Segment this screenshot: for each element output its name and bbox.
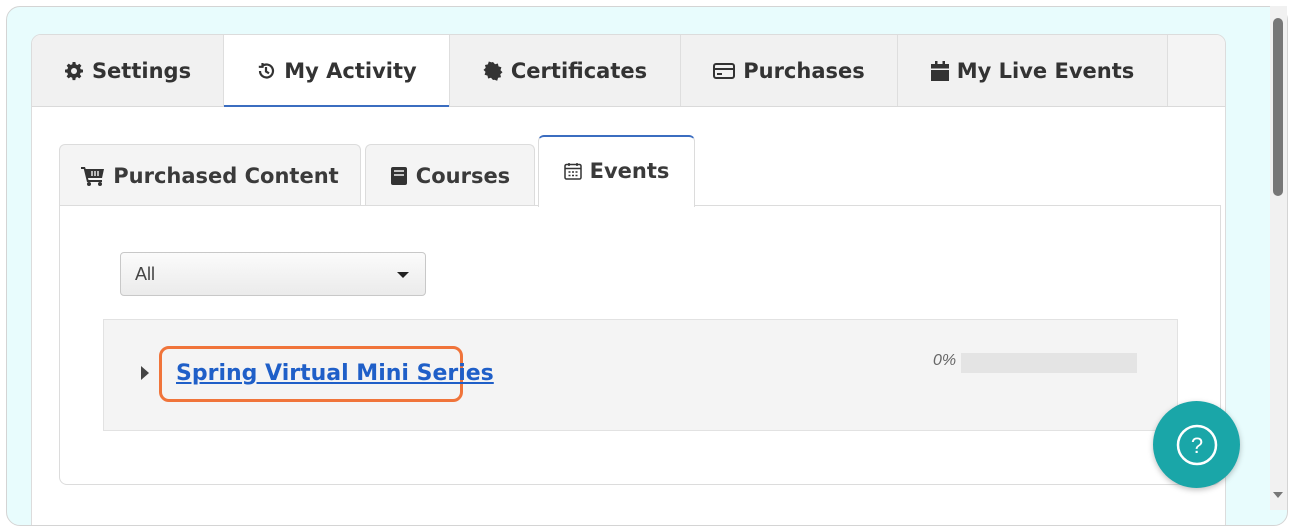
book-icon — [390, 166, 408, 186]
calendar-outline-icon — [563, 162, 582, 180]
subtab-events-label: Events — [589, 159, 670, 183]
tab-settings[interactable]: Settings — [32, 35, 224, 106]
subtab-purchased-content-label: Purchased Content — [113, 163, 339, 188]
account-panel: Settings My Activity Certificates Purcha… — [31, 34, 1226, 525]
expand-triangle-icon[interactable] — [141, 366, 149, 380]
tab-purchases[interactable]: Purchases — [681, 35, 898, 106]
tab-settings-label: Settings — [91, 58, 192, 83]
subtab-purchased-content[interactable]: Purchased Content — [59, 144, 361, 206]
tab-purchases-label: Purchases — [743, 58, 865, 83]
tab-my-live-events-label: My Live Events — [956, 58, 1135, 83]
svg-text:?: ? — [1190, 433, 1202, 458]
subtab-courses-label: Courses — [415, 163, 511, 188]
top-tab-bar: Settings My Activity Certificates Purcha… — [32, 35, 1225, 107]
tab-certificates-label: Certificates — [510, 58, 648, 83]
events-content: All Spring Virtual Mini Series 0% — [59, 205, 1221, 485]
event-filter-select[interactable]: All — [120, 252, 426, 296]
subtab-courses[interactable]: Courses — [365, 144, 535, 206]
calendar-icon — [930, 60, 949, 81]
question-icon: ? — [1176, 424, 1217, 465]
browser-frame: Settings My Activity Certificates Purcha… — [6, 6, 1288, 526]
tab-my-activity[interactable]: My Activity — [224, 35, 450, 107]
gear-icon — [64, 61, 84, 81]
credit-card-icon — [713, 62, 736, 80]
cart-icon — [81, 166, 105, 186]
chevron-down-icon — [397, 272, 409, 278]
tab-my-activity-label: My Activity — [284, 58, 417, 83]
help-button[interactable]: ? — [1153, 401, 1240, 488]
event-progress-label: 0% — [933, 352, 957, 369]
event-progress-bar — [961, 353, 1137, 373]
event-title-link[interactable]: Spring Virtual Mini Series — [176, 361, 494, 386]
page-scrollbar[interactable] — [1270, 6, 1287, 510]
tab-certificates[interactable]: Certificates — [450, 35, 681, 106]
event-filter-value: All — [135, 263, 156, 284]
scrollbar-thumb[interactable] — [1273, 18, 1283, 196]
highlight-outline: Spring Virtual Mini Series — [159, 346, 494, 402]
event-row: Spring Virtual Mini Series 0% — [103, 319, 1178, 431]
tab-my-live-events[interactable]: My Live Events — [898, 35, 1168, 106]
scroll-down-arrow-icon[interactable] — [1273, 492, 1283, 498]
history-icon — [256, 61, 276, 81]
subtab-events[interactable]: Events — [538, 135, 695, 207]
certificate-icon — [483, 61, 503, 81]
